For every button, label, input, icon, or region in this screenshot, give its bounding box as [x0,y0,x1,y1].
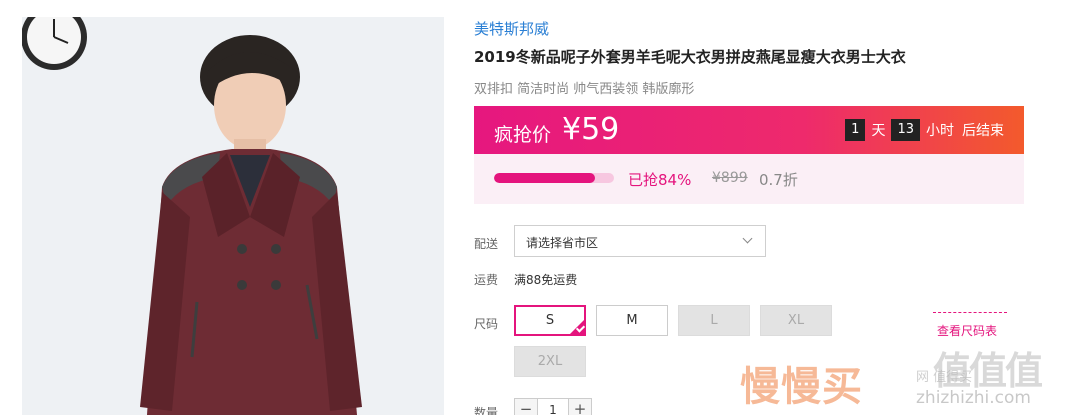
size-option-label: S [545,313,555,328]
shipping-label: 运费 [474,273,499,287]
countdown-hours-unit: 小时 [926,123,954,139]
watermark-site-subtitle: 网 值得买 [916,370,973,385]
quantity-input[interactable]: 1 [538,398,568,415]
original-price: ¥899 [712,170,748,186]
size-option-label: XL [787,313,805,328]
sold-percentage: 已抢84% [628,171,692,189]
countdown-suffix: 后结束 [962,123,1004,139]
size-option-label: 2XL [537,354,563,369]
flash-price-label: 疯抢价 [494,124,552,146]
flash-price-value: ¥59 [562,112,620,147]
size-chart-label: 查看尺码表 [937,324,998,338]
size-label: 尺码 [474,317,499,331]
countdown-timer: 1 天 13 小时 后结束 [845,119,1004,141]
watermark-logo: 慢慢买 [740,364,863,410]
quantity-stepper: − 1 + [514,398,592,415]
countdown-hours: 13 [891,119,920,141]
size-option-2xl[interactable]: 2XL [514,346,586,377]
product-title: 2019冬新品呢子外套男羊毛呢大衣男拼皮燕尾显瘦大衣男士大衣 [474,48,906,66]
sold-progress-bar [494,173,614,183]
countdown-days: 1 [845,119,866,141]
size-option-label: L [710,313,718,328]
size-option-m[interactable]: M [596,305,668,336]
product-subtitle: 双排扣 简洁时尚 帅气西装领 韩版廓形 [474,82,695,97]
delivery-region-value: 请选择省市区 [526,236,599,250]
sales-progress-panel: 已抢84% ¥899 0.7折 [474,154,1024,204]
chevron-down-icon [742,233,753,244]
delivery-region-select[interactable]: 请选择省市区 [514,225,766,257]
size-option-label: M [626,313,638,328]
product-photo-illustration [22,17,444,415]
quantity-minus-button[interactable]: − [514,398,538,415]
size-option-l[interactable]: L [678,305,750,336]
quantity-plus-button[interactable]: + [568,398,592,415]
brand-link[interactable]: 美特斯邦威 [474,18,549,39]
shipping-value: 满88免运费 [514,273,578,287]
flash-sale-banner: 疯抢价 ¥59 1 天 13 小时 后结束 [474,106,1024,154]
product-image[interactable] [22,17,444,415]
delivery-label: 配送 [474,237,499,251]
countdown-days-unit: 天 [871,123,886,139]
watermark-url: zhizhizhi.com [916,388,1031,408]
quantity-label: 数量 [474,406,499,415]
size-option-s[interactable]: S [514,305,586,336]
size-chart-link[interactable]: 查看尺码表 [933,312,1007,340]
sold-progress-fill [494,173,595,183]
discount-rate: 0.7折 [759,171,798,189]
size-option-xl[interactable]: XL [760,305,832,336]
